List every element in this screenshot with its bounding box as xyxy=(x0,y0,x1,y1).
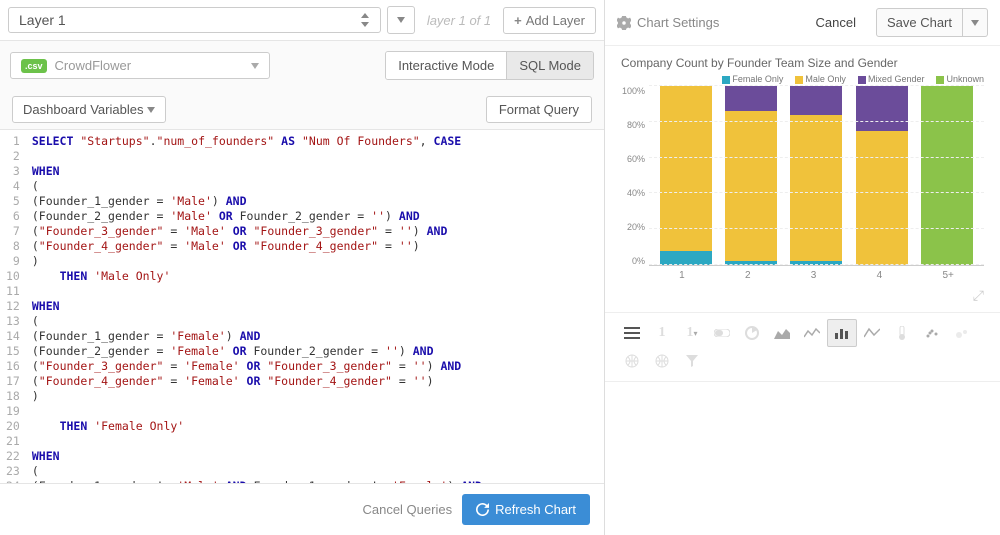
cancel-button[interactable]: Cancel xyxy=(815,15,855,30)
sql-mode-tab[interactable]: SQL Mode xyxy=(506,52,593,79)
caret-down-icon xyxy=(251,63,259,69)
globe2-icon[interactable] xyxy=(647,347,677,375)
line-icon[interactable] xyxy=(797,319,827,347)
sql-editor[interactable]: 1234567891011121314151617181920212223242… xyxy=(0,129,604,483)
x-axis: 12345+ xyxy=(621,270,984,281)
mode-toggle: Interactive Mode SQL Mode xyxy=(385,51,594,80)
number-1-icon[interactable]: 1 xyxy=(647,319,677,347)
refresh-label: Refresh Chart xyxy=(495,502,576,517)
dashboard-variables-button[interactable]: Dashboard Variables xyxy=(12,96,166,123)
thermo-icon[interactable] xyxy=(887,319,917,347)
y-axis: 100%80%60%40%20%0% xyxy=(621,86,649,266)
chart-legend: Female OnlyMale OnlyMixed GenderUnknown xyxy=(621,74,984,84)
line2-icon[interactable] xyxy=(857,319,887,347)
number-1-dd-icon[interactable]: 1▾ xyxy=(677,319,707,347)
caret-down-icon xyxy=(971,20,979,26)
bar-1 xyxy=(660,86,712,265)
csv-badge: .csv xyxy=(21,59,47,73)
layer-select[interactable]: Layer 1 xyxy=(8,7,381,33)
chart-title: Company Count by Founder Team Size and G… xyxy=(621,56,984,70)
progress-icon[interactable] xyxy=(707,319,737,347)
caret-down-icon xyxy=(397,17,405,23)
area-icon[interactable] xyxy=(767,319,797,347)
bar-4 xyxy=(856,86,908,265)
bar-3 xyxy=(790,86,842,265)
bar-5+ xyxy=(921,86,973,265)
grid-icon[interactable] xyxy=(617,319,647,347)
gear-icon xyxy=(617,16,631,30)
layer-label: Layer 1 xyxy=(19,12,66,28)
bar-2 xyxy=(725,86,777,265)
updown-icon xyxy=(360,13,370,27)
layer-count-label: layer 1 of 1 xyxy=(421,13,497,28)
bar-icon[interactable] xyxy=(827,319,857,347)
pie-icon[interactable] xyxy=(737,319,767,347)
dashboard-variables-label: Dashboard Variables xyxy=(23,102,143,117)
chart-settings-label: Chart Settings xyxy=(637,15,719,30)
plus-icon: + xyxy=(514,13,522,28)
scatter-icon[interactable] xyxy=(917,319,947,347)
interactive-mode-tab[interactable]: Interactive Mode xyxy=(386,52,506,79)
save-chart-dropdown[interactable] xyxy=(963,8,988,37)
add-layer-label: Add Layer xyxy=(526,13,585,28)
chart-plot xyxy=(649,86,984,266)
cancel-queries-button[interactable]: Cancel Queries xyxy=(362,502,452,517)
layer-dropdown-button[interactable] xyxy=(387,6,415,34)
chart-type-toolbar: 11▾ xyxy=(605,312,1000,382)
bubble-icon[interactable] xyxy=(947,319,977,347)
datasource-select[interactable]: .csv CrowdFlower xyxy=(10,52,270,79)
refresh-icon xyxy=(476,503,489,516)
funnel-icon[interactable] xyxy=(677,347,707,375)
line-gutter: 1234567891011121314151617181920212223242… xyxy=(0,130,26,483)
expand-icon[interactable]: ⤢ xyxy=(605,285,1000,312)
globe-icon[interactable] xyxy=(617,347,647,375)
caret-down-icon xyxy=(147,107,155,113)
format-query-button[interactable]: Format Query xyxy=(486,96,592,123)
chart-settings-button[interactable]: Chart Settings xyxy=(617,15,719,30)
refresh-chart-button[interactable]: Refresh Chart xyxy=(462,494,590,525)
sql-code[interactable]: SELECT "Startups"."num_of_founders" AS "… xyxy=(26,130,488,483)
add-layer-button[interactable]: + Add Layer xyxy=(503,7,596,34)
datasource-name: CrowdFlower xyxy=(55,58,132,73)
save-chart-button[interactable]: Save Chart xyxy=(876,8,963,37)
